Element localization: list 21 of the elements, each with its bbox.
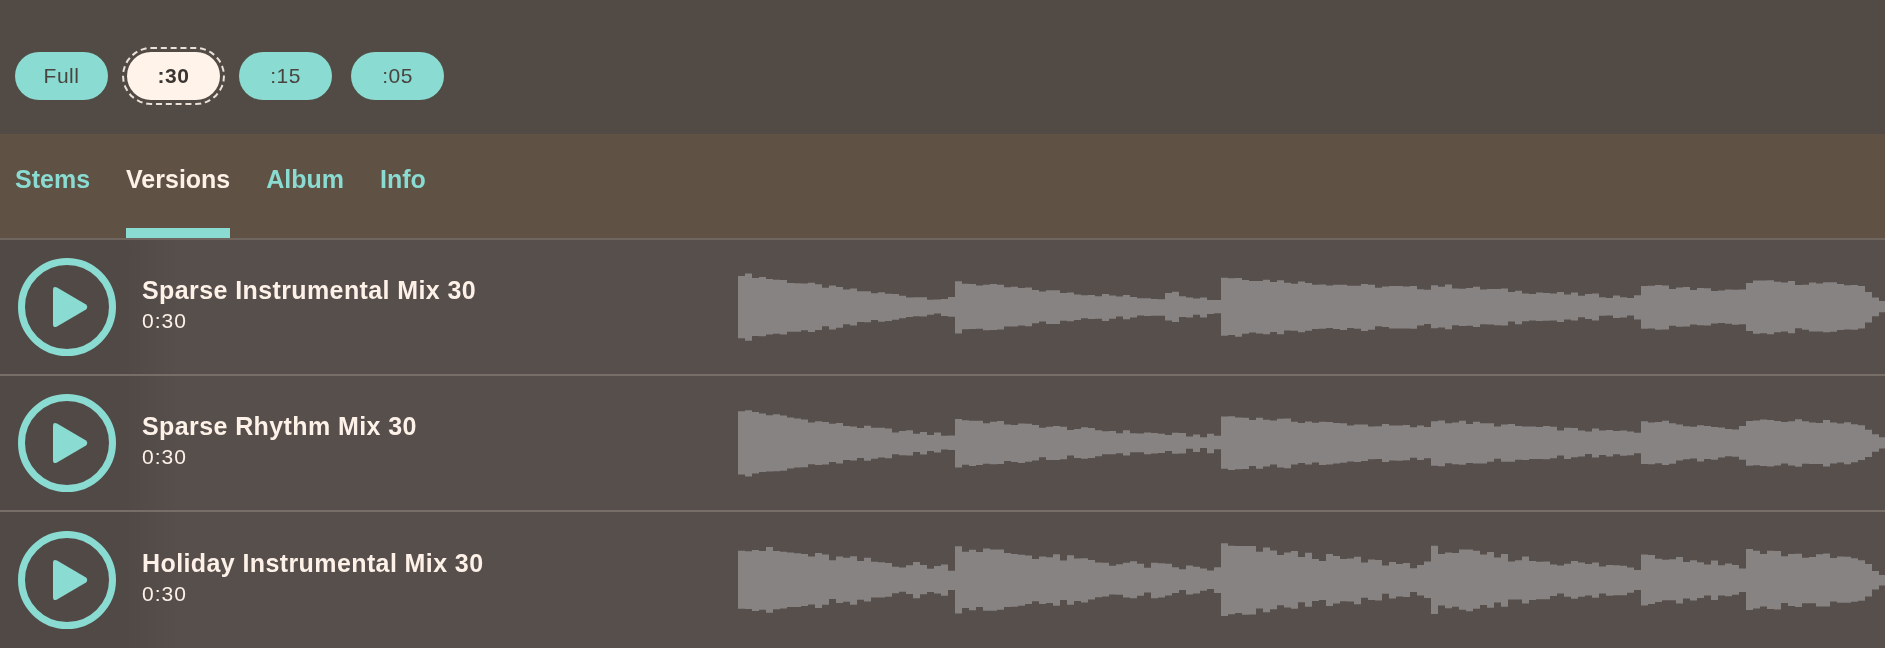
track-duration: 0:30 xyxy=(142,308,187,333)
track-row[interactable]: Holiday Instrumental Mix 30 0:30 xyxy=(0,512,1885,648)
play-button[interactable] xyxy=(18,394,116,492)
track-duration: 0:30 xyxy=(142,444,187,469)
tab[interactable]: Stems xyxy=(15,165,91,238)
duration-button[interactable]: :15 xyxy=(239,52,332,100)
tab[interactable]: Album xyxy=(266,165,345,238)
tab[interactable]: Info xyxy=(380,165,426,238)
track-row[interactable]: Sparse Rhythm Mix 30 0:30 xyxy=(0,376,1885,512)
play-button[interactable] xyxy=(18,531,116,629)
play-icon xyxy=(52,422,88,464)
play-icon xyxy=(52,286,88,328)
track-title: Holiday Instrumental Mix 30 xyxy=(142,548,484,578)
play-icon xyxy=(52,559,88,601)
track-title: Sparse Rhythm Mix 30 xyxy=(142,411,417,441)
track-title: Sparse Instrumental Mix 30 xyxy=(142,275,477,305)
play-button[interactable] xyxy=(18,258,116,356)
duration-button[interactable]: :05 xyxy=(351,52,444,100)
track-duration: 0:30 xyxy=(142,581,187,606)
duration-button[interactable]: Full xyxy=(15,52,108,100)
track-row[interactable]: Sparse Instrumental Mix 30 0:30 xyxy=(0,240,1885,376)
